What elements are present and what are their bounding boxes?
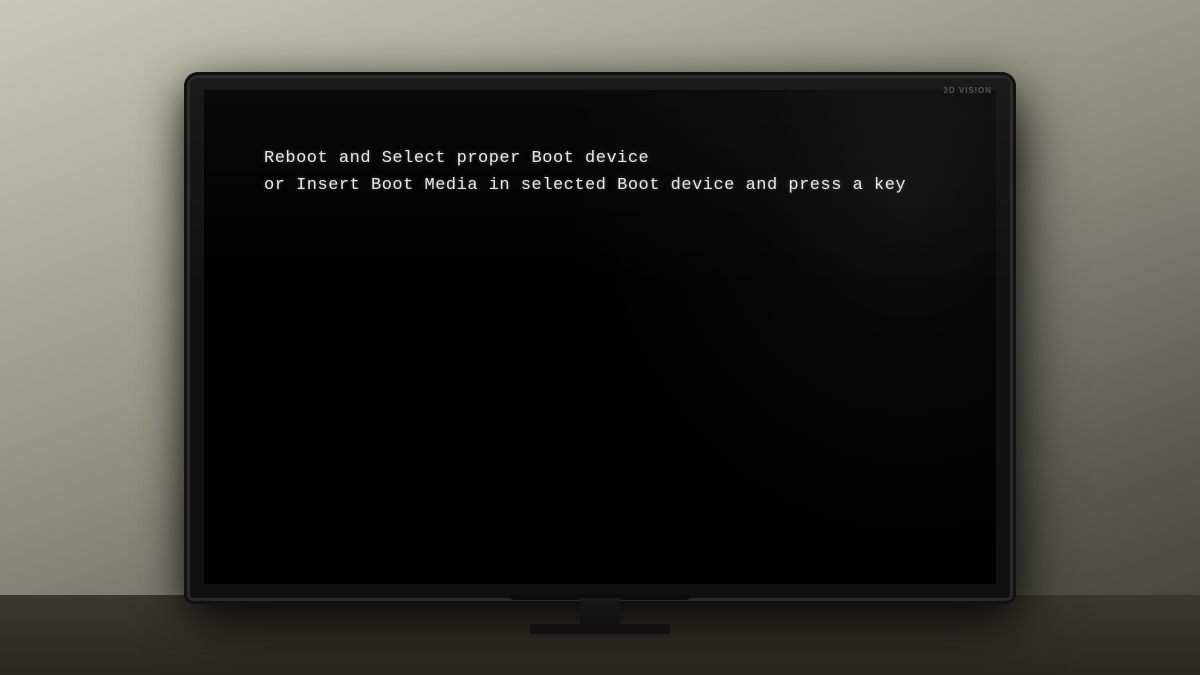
monitor-brand-label: 3D VISION bbox=[943, 86, 992, 95]
bios-error-message: Reboot and Select proper Boot device or … bbox=[264, 145, 936, 199]
screen-content: Reboot and Select proper Boot device or … bbox=[204, 90, 996, 584]
bios-line-1: Reboot and Select proper Boot device bbox=[264, 145, 936, 172]
monitor: 3D VISION Reboot and Select proper Boot … bbox=[190, 78, 1010, 598]
monitor-stand-base bbox=[530, 624, 670, 634]
bios-line-2: or Insert Boot Media in selected Boot de… bbox=[264, 172, 936, 199]
screen: Reboot and Select proper Boot device or … bbox=[204, 90, 996, 584]
monitor-bezel: 3D VISION Reboot and Select proper Boot … bbox=[190, 78, 1010, 598]
monitor-stand-neck bbox=[580, 598, 620, 626]
